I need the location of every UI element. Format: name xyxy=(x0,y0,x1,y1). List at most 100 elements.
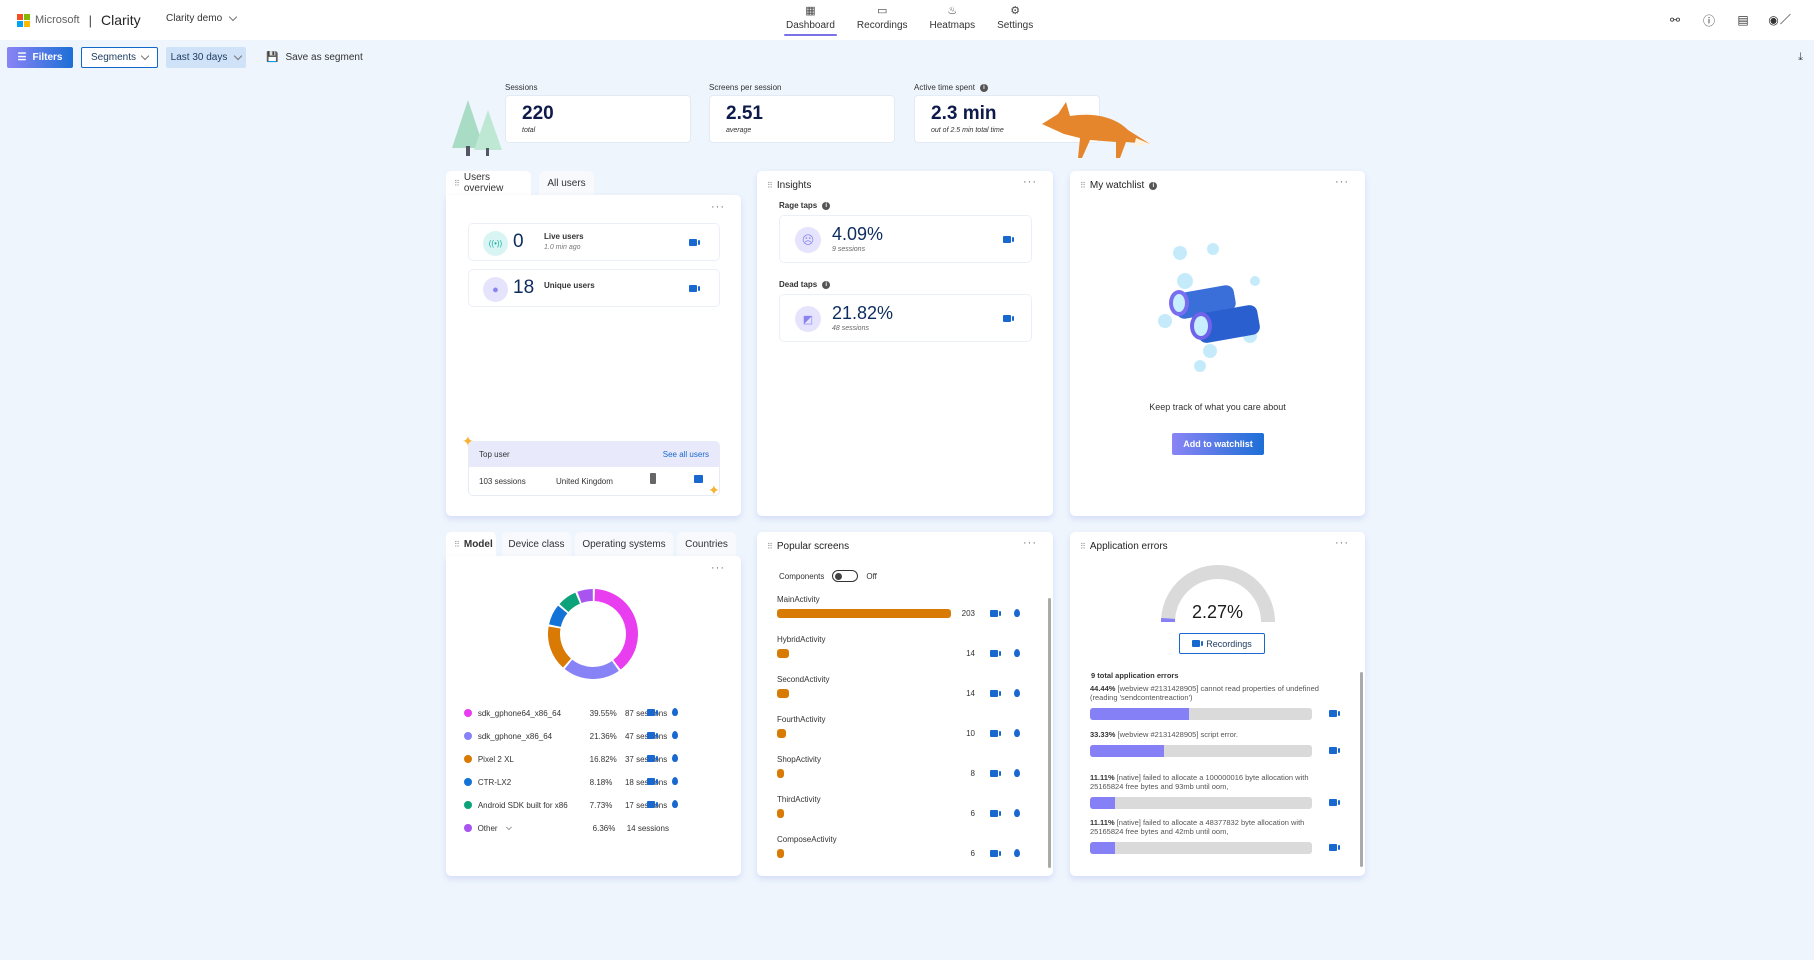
legend-row[interactable]: Android SDK built for x867.73%17 session… xyxy=(464,798,678,812)
more-options-button[interactable]: ··· xyxy=(711,562,725,574)
legend-row[interactable]: Pixel 2 XL16.82%37 sessions xyxy=(464,752,678,766)
error-text[interactable]: 33.33% [webview #2131428905] script erro… xyxy=(1090,730,1320,739)
video-camera-icon[interactable] xyxy=(1329,844,1340,851)
video-camera-icon[interactable] xyxy=(990,690,1001,697)
brand[interactable]: Microsoft | Clarity xyxy=(17,12,141,28)
video-camera-icon[interactable] xyxy=(990,610,1001,617)
video-camera-icon[interactable] xyxy=(647,732,658,739)
more-options-button[interactable]: ··· xyxy=(1023,176,1037,188)
info-icon[interactable]: i xyxy=(979,83,988,92)
info-icon[interactable]: i xyxy=(822,280,831,289)
donut-slice-5[interactable] xyxy=(577,589,593,604)
video-camera-icon[interactable] xyxy=(1329,799,1340,806)
heatmap-icon[interactable] xyxy=(1014,849,1020,857)
screen-row[interactable]: ShopActivity 8 xyxy=(777,755,1020,778)
heatmap-icon[interactable] xyxy=(1014,649,1020,657)
account-icon[interactable]: ◉ xyxy=(1768,13,1791,27)
more-options-button[interactable]: ··· xyxy=(1335,176,1349,188)
more-options-button[interactable]: ··· xyxy=(1023,537,1037,549)
video-camera-icon[interactable] xyxy=(689,239,700,246)
error-text[interactable]: 11.11% [native] failed to allocate a 483… xyxy=(1090,818,1320,836)
donut-slice-4[interactable] xyxy=(559,592,581,612)
nav-recordings[interactable]: ▭ Recordings xyxy=(853,4,912,36)
nav-heatmaps[interactable]: ♨ Heatmaps xyxy=(926,4,980,36)
video-camera-icon[interactable] xyxy=(990,810,1001,817)
heatmap-icon[interactable] xyxy=(1014,609,1020,617)
video-camera-icon[interactable] xyxy=(990,650,1001,657)
video-camera-icon[interactable] xyxy=(1003,236,1014,243)
see-all-users-link[interactable]: See all users xyxy=(663,450,709,459)
heatmap-icon[interactable] xyxy=(1014,729,1020,737)
heatmap-icon[interactable] xyxy=(672,731,678,739)
segments-dropdown[interactable]: Segments xyxy=(81,47,158,68)
screen-row[interactable]: SecondActivity 14 xyxy=(777,675,1020,698)
download-icon[interactable]: ⤓ xyxy=(1798,51,1803,64)
heatmap-icon[interactable] xyxy=(1014,809,1020,817)
video-camera-icon[interactable] xyxy=(1329,710,1340,717)
tab-users-overview[interactable]: ⠿ Users overview xyxy=(446,171,531,195)
video-camera-icon[interactable] xyxy=(647,755,658,762)
add-to-watchlist-button[interactable]: Add to watchlist xyxy=(1172,433,1264,455)
info-icon[interactable]: i xyxy=(822,201,831,210)
more-options-button[interactable]: ··· xyxy=(711,201,725,213)
heatmap-icon[interactable] xyxy=(672,800,678,808)
screen-row[interactable]: HybridActivity 14 xyxy=(777,635,1020,658)
top-user-row[interactable]: 103 sessions United Kingdom xyxy=(469,467,719,495)
donut-slice-3[interactable] xyxy=(549,605,568,627)
donut-slice-1[interactable] xyxy=(564,659,619,679)
filters-button[interactable]: ☰ Filters xyxy=(7,47,73,68)
video-camera-icon[interactable] xyxy=(1003,315,1014,322)
components-toggle[interactable] xyxy=(832,570,859,582)
screen-row[interactable]: ThirdActivity 6 xyxy=(777,795,1020,818)
more-options-button[interactable]: ··· xyxy=(1335,537,1349,549)
heatmap-icon[interactable] xyxy=(1014,689,1020,697)
heatmap-icon[interactable] xyxy=(672,708,678,716)
scrollbar[interactable] xyxy=(1048,598,1051,868)
project-selector[interactable]: Clarity demo xyxy=(166,12,238,24)
drag-handle-icon[interactable]: ⠿ xyxy=(767,542,773,551)
document-icon[interactable]: ▤ xyxy=(1736,13,1750,27)
nav-settings[interactable]: ⚙ Settings xyxy=(993,4,1037,36)
share-icon[interactable]: ⚯ xyxy=(1668,13,1682,27)
heatmap-icon[interactable] xyxy=(1014,769,1020,777)
chevron-down-icon[interactable] xyxy=(505,823,512,830)
drag-handle-icon[interactable]: ⠿ xyxy=(454,540,460,549)
help-icon[interactable]: ⓘ xyxy=(1702,13,1716,28)
video-camera-icon[interactable] xyxy=(990,730,1001,737)
save-segment-button[interactable]: 💾 Save as segment xyxy=(266,52,363,63)
date-range-dropdown[interactable]: Last 30 days xyxy=(166,47,246,68)
heatmap-icon[interactable] xyxy=(672,754,678,762)
video-camera-icon[interactable] xyxy=(647,709,658,716)
nav-dashboard[interactable]: ▦ Dashboard xyxy=(782,4,839,36)
legend-row[interactable]: CTR-LX28.18%18 sessions xyxy=(464,775,678,789)
legend-row[interactable]: sdk_gphone_x86_6421.36%47 sessions xyxy=(464,729,678,743)
heatmap-icon[interactable] xyxy=(672,777,678,785)
donut-slice-0[interactable] xyxy=(594,589,638,670)
video-camera-icon[interactable] xyxy=(689,285,700,292)
screen-row[interactable]: FourthActivity 10 xyxy=(777,715,1020,738)
recordings-button[interactable]: Recordings xyxy=(1179,633,1265,654)
screen-row[interactable]: ComposeActivity 6 xyxy=(777,835,1020,858)
legend-row[interactable]: Other 6.36% 14 sessions xyxy=(464,821,674,835)
video-camera-icon[interactable] xyxy=(1329,747,1340,754)
donut-slice-2[interactable] xyxy=(548,626,571,668)
screen-row[interactable]: MainActivity 203 xyxy=(777,595,1020,618)
error-text[interactable]: 44.44% [webview #2131428905] cannot read… xyxy=(1090,684,1320,702)
drag-handle-icon[interactable]: ⠿ xyxy=(1080,542,1086,551)
tab-operating-systems[interactable]: Operating systems xyxy=(575,532,673,556)
video-camera-icon[interactable] xyxy=(990,850,1001,857)
error-text[interactable]: 11.11% [native] failed to allocate a 100… xyxy=(1090,773,1320,791)
video-camera-icon[interactable] xyxy=(647,801,658,808)
tab-device-class[interactable]: Device class xyxy=(502,532,571,556)
scrollbar[interactable] xyxy=(1360,672,1363,867)
user-card-icon[interactable] xyxy=(694,475,703,483)
video-camera-icon[interactable] xyxy=(990,770,1001,777)
info-icon[interactable]: i xyxy=(1149,181,1158,190)
drag-handle-icon[interactable]: ⠿ xyxy=(1080,181,1086,190)
drag-handle-icon[interactable]: ⠿ xyxy=(767,181,773,190)
video-camera-icon[interactable] xyxy=(647,778,658,785)
drag-handle-icon[interactable]: ⠿ xyxy=(454,179,460,188)
tab-model[interactable]: ⠿ Model xyxy=(446,532,496,556)
tab-countries[interactable]: Countries xyxy=(677,532,736,556)
tab-all-users[interactable]: All users xyxy=(539,171,594,195)
